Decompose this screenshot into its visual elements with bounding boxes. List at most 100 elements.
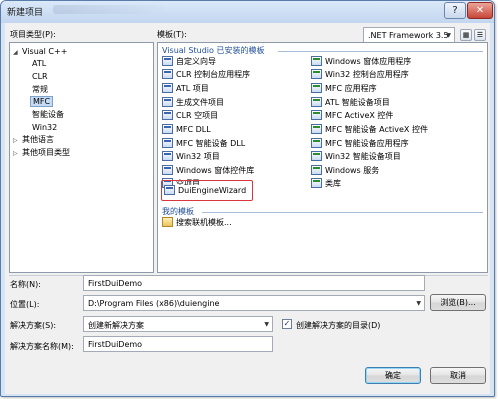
template-icon [311,165,322,175]
template-icon [311,110,322,120]
template-icon [164,185,175,195]
solution-name-label: 解决方案名称(M): [10,342,74,351]
template-icon [162,151,173,161]
template-item[interactable]: 类库 [311,178,341,190]
location-combo[interactable]: D:\Program Files (x86)\duiengine ▼ [83,295,425,311]
template-item[interactable]: Windows 服务 [311,165,379,177]
solution-dropdown[interactable]: 创建新解决方案 ▼ [83,316,273,332]
template-icon [311,138,322,148]
solution-value: 创建新解决方案 [88,321,144,330]
template-icon [162,83,173,93]
template-item[interactable]: MFC DLL [162,124,211,136]
tree-item-smart-device[interactable]: 智能设备 [32,109,64,120]
tree-item-label: 其他项目类型 [22,148,70,157]
template-item[interactable]: 自定义向导 [162,56,216,68]
create-directory-label: 创建解决方案的目录(D) [296,321,381,330]
templates-label: 模板(T): [157,30,187,39]
section-divider [202,212,483,213]
location-value: D:\Program Files (x86)\duiengine [88,299,220,308]
my-templates-header: 我的模板 [162,207,194,216]
location-label: 位置(L): [10,300,40,309]
templates-list[interactable]: Visual Studio 已安装的模板 自定义向导 CLR 控制台应用程序 A… [157,42,488,273]
template-icon [162,124,173,134]
solution-name-value: FirstDuiDemo [88,340,143,349]
tree-item-label: ATL [32,59,47,68]
template-item[interactable]: ATL 项目 [162,83,209,95]
tree-item-clr[interactable]: CLR [32,71,48,82]
template-item[interactable]: MFC ActiveX 控件 [311,110,393,122]
title-bar-blur [53,5,163,14]
template-icon [162,110,173,120]
tree-item-label: 智能设备 [32,110,64,119]
tree-item-other-project-types[interactable]: ▷ 其他项目类型 [13,147,70,158]
create-directory-checkbox[interactable]: ✓ [282,319,292,329]
template-item[interactable]: MFC 应用程序 [311,83,377,95]
framework-dropdown[interactable]: .NET Framework 3.5 ▼ [363,27,455,43]
template-item[interactable]: Windows 窗体应用程序 [311,56,411,68]
search-online-icon [162,217,173,227]
solution-label: 解决方案(S): [10,321,57,330]
tree-item-label: 常规 [32,85,48,94]
template-icon [162,69,173,79]
template-item-duiengine-wizard[interactable]: DuiEngineWizard [164,185,247,197]
template-icon [311,97,322,107]
template-item[interactable]: ATL 智能设备项目 [311,97,390,109]
tree-item-mfc[interactable]: MFC [30,96,54,107]
template-icon [162,56,173,66]
template-item[interactable]: MFC 智能设备应用程序 [311,138,409,150]
large-icons-view-icon[interactable]: ▦ [460,29,472,41]
help-button[interactable]: ? [444,2,466,19]
template-icon [311,151,322,161]
tree-item-other-languages[interactable]: ▷ 其他语言 [13,134,54,145]
template-icon [162,165,173,175]
expander-expanded-icon[interactable]: ◢ [13,47,22,58]
template-item[interactable]: Win32 控制台应用程序 [311,69,409,81]
tree-item-label: Visual C++ [22,47,68,56]
tree-item-label: Win32 [32,123,58,132]
chevron-down-icon: ▼ [416,300,421,307]
name-label: 名称(N): [10,280,41,289]
browse-button[interactable]: 浏览(B)... [430,294,486,311]
new-project-dialog: 新建项目 ? ✕ 项目类型(P): 模板(T): .NET Framework … [0,0,495,397]
framework-value: .NET Framework 3.5 [368,31,449,40]
template-item[interactable]: CLR 控制台应用程序 [162,69,250,81]
title-bar: 新建项目 ? ✕ [1,1,494,23]
installed-templates-header: Visual Studio 已安装的模板 [162,46,265,55]
template-item[interactable]: MFC 智能设备 ActiveX 控件 [311,124,428,136]
template-item[interactable]: Windows 窗体控件库 [162,165,254,177]
template-icon [311,56,322,66]
template-item[interactable]: 生成文件项目 [162,97,224,109]
close-button[interactable]: ✕ [467,2,493,19]
tree-item-general[interactable]: 常规 [32,84,48,95]
name-value: FirstDuiDemo [88,279,143,288]
tree-item-atl[interactable]: ATL [32,58,46,69]
cancel-button[interactable]: 取消 [430,367,486,384]
tree-item-win32[interactable]: Win32 [32,122,57,133]
small-icons-view-icon[interactable]: ☰ [474,29,486,41]
template-item[interactable]: MFC 智能设备 DLL [162,138,245,150]
template-item[interactable]: Win32 项目 [162,151,220,163]
project-types-tree[interactable]: ◢ Visual C++ ATL CLR 常规 MFC 智能设备 Win32 ▷ 其… [9,42,154,273]
expander-collapsed-icon[interactable]: ▷ [13,135,22,146]
tree-item-label: MFC [30,96,54,107]
section-divider [278,51,483,52]
chevron-down-icon: ▼ [446,32,451,39]
project-types-label: 项目类型(P): [10,30,56,39]
template-icon [311,69,322,79]
tree-item-label: 其他语言 [22,135,54,144]
dialog-body: 项目类型(P): 模板(T): .NET Framework 3.5 ▼ ▦ ☰… [5,23,490,394]
search-online-templates-item[interactable]: 搜索联机模板... [162,217,232,229]
ok-button[interactable]: 确定 [365,367,421,384]
solution-name-field[interactable]: FirstDuiDemo [83,336,273,352]
template-icon [162,97,173,107]
template-icon [311,83,322,93]
name-field[interactable]: FirstDuiDemo [83,275,425,291]
chevron-down-icon: ▼ [264,321,269,328]
window-title: 新建项目 [7,8,44,18]
tree-item-visual-cpp[interactable]: ◢ Visual C++ [13,46,67,57]
template-icon [311,178,322,188]
template-item[interactable]: Win32 智能设备项目 [311,151,401,163]
template-icon [162,138,173,148]
expander-collapsed-icon[interactable]: ▷ [13,148,22,159]
template-item[interactable]: CLR 空项目 [162,110,218,122]
